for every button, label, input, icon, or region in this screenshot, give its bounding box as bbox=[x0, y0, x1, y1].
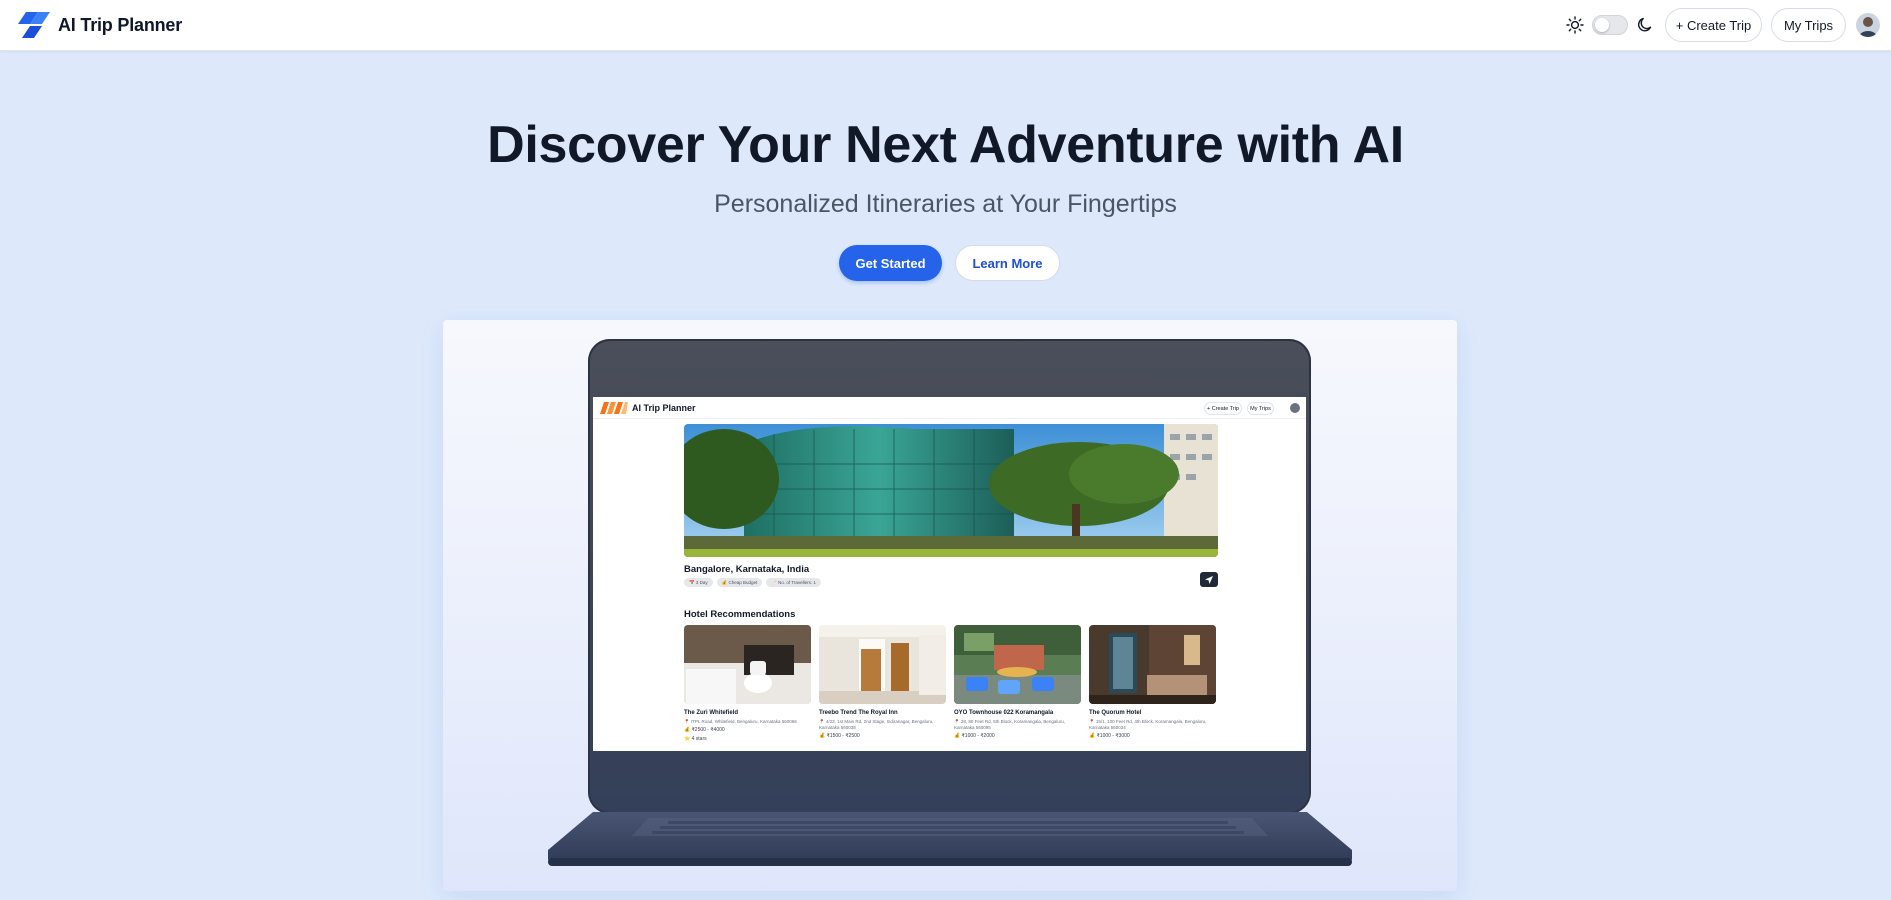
hotel-price: 💰 ₹1000 - ₹2000 bbox=[954, 733, 995, 739]
hotel-card: Treebo Trend The Royal Inn 📍 4/23, 1st M… bbox=[819, 625, 946, 739]
hotel-photo bbox=[1089, 625, 1216, 704]
hotel-photo bbox=[684, 625, 811, 704]
chip-budget: 💰 Cheap Budget bbox=[716, 578, 763, 587]
top-navbar: AI Trip Planner + Create Trip My Trips bbox=[0, 0, 1891, 51]
hotel-rating: ⭐ 4 stars bbox=[684, 736, 707, 742]
hero-title: Discover Your Next Adventure with AI bbox=[487, 116, 1404, 174]
dark-mode-switch[interactable] bbox=[1592, 15, 1628, 35]
preview-navbar: AI Trip Planner + Create Trip My Trips bbox=[593, 397, 1306, 419]
hotel-price: 💰 ₹1000 - ₹3000 bbox=[1089, 733, 1130, 739]
hero-subtitle: Personalized Itineraries at Your Fingert… bbox=[714, 190, 1177, 218]
hotel-name: The Quorum Hotel bbox=[1089, 710, 1142, 716]
moon-icon bbox=[1637, 17, 1652, 32]
theme-toggle bbox=[1566, 13, 1654, 37]
hotel-address: 📍 4/23, 1st Main Rd, 2nd Stage, Indirana… bbox=[819, 719, 934, 730]
hotel-card: OYO Townhouse 022 Koramangala 📍 28, 80 F… bbox=[954, 625, 1081, 739]
trip-chips: 📅 3 Day 💰 Cheap Budget 🥂 No. of Travelle… bbox=[684, 578, 821, 587]
switch-knob bbox=[1595, 18, 1609, 32]
preview-brand: AI Trip Planner bbox=[632, 403, 696, 413]
laptop-screen: AI Trip Planner + Create Trip My Trips B… bbox=[593, 397, 1306, 751]
hotel-price: 💰 ₹1500 - ₹2500 bbox=[819, 733, 860, 739]
logo-icon bbox=[18, 12, 50, 38]
send-icon bbox=[1205, 575, 1213, 584]
hotel-photo bbox=[954, 625, 1081, 704]
brand-link[interactable]: AI Trip Planner bbox=[18, 11, 182, 39]
hotel-section-title: Hotel Recommendations bbox=[684, 609, 796, 620]
preview-logo-icon bbox=[600, 402, 628, 414]
destination-name: Bangalore, Karnataka, India bbox=[684, 564, 810, 575]
get-started-button[interactable]: Get Started bbox=[839, 245, 942, 281]
laptop-keyboard-deck bbox=[548, 812, 1352, 866]
create-trip-button[interactable]: + Create Trip bbox=[1665, 8, 1762, 42]
my-trips-button[interactable]: My Trips bbox=[1771, 8, 1846, 42]
hotel-address: 📍 ITPL Road, Whitefield, Bengaluru, Karn… bbox=[684, 719, 797, 724]
share-button bbox=[1200, 572, 1218, 587]
chip-days: 📅 3 Day bbox=[684, 578, 713, 587]
brand-name: AI Trip Planner bbox=[58, 14, 183, 35]
hotel-name: The Zuri Whitefield bbox=[684, 710, 738, 716]
preview-create-trip-button: + Create Trip bbox=[1204, 402, 1242, 415]
hotel-card: The Quorum Hotel 📍 15/1, 100 Feet Rd, 4t… bbox=[1089, 625, 1216, 739]
avatar[interactable] bbox=[1856, 13, 1880, 37]
hotel-photo bbox=[819, 625, 946, 704]
learn-more-button[interactable]: Learn More bbox=[955, 245, 1060, 281]
sun-icon bbox=[1566, 16, 1584, 34]
destination-photo bbox=[684, 424, 1218, 557]
preview-my-trips-button: My Trips bbox=[1247, 402, 1274, 415]
app-preview-card: AI Trip Planner + Create Trip My Trips B… bbox=[443, 320, 1457, 891]
hotel-name: OYO Townhouse 022 Koramangala bbox=[954, 710, 1054, 716]
user-avatar-icon bbox=[1856, 13, 1880, 37]
preview-avatar bbox=[1290, 403, 1300, 413]
hotel-address: 📍 15/1, 100 Feet Rd, 4th Block, Koramang… bbox=[1089, 719, 1207, 730]
chip-travellers: 🥂 No. of Travellers: 1 bbox=[766, 578, 821, 587]
hotel-address: 📍 28, 80 Feet Rd, 5th Block, Koramangala… bbox=[954, 719, 1066, 730]
hotel-price: 💰 ₹2500 - ₹4000 bbox=[684, 727, 725, 733]
hotel-card: The Zuri Whitefield 📍 ITPL Road, Whitefi… bbox=[684, 625, 811, 742]
hotel-name: Treebo Trend The Royal Inn bbox=[819, 710, 898, 716]
